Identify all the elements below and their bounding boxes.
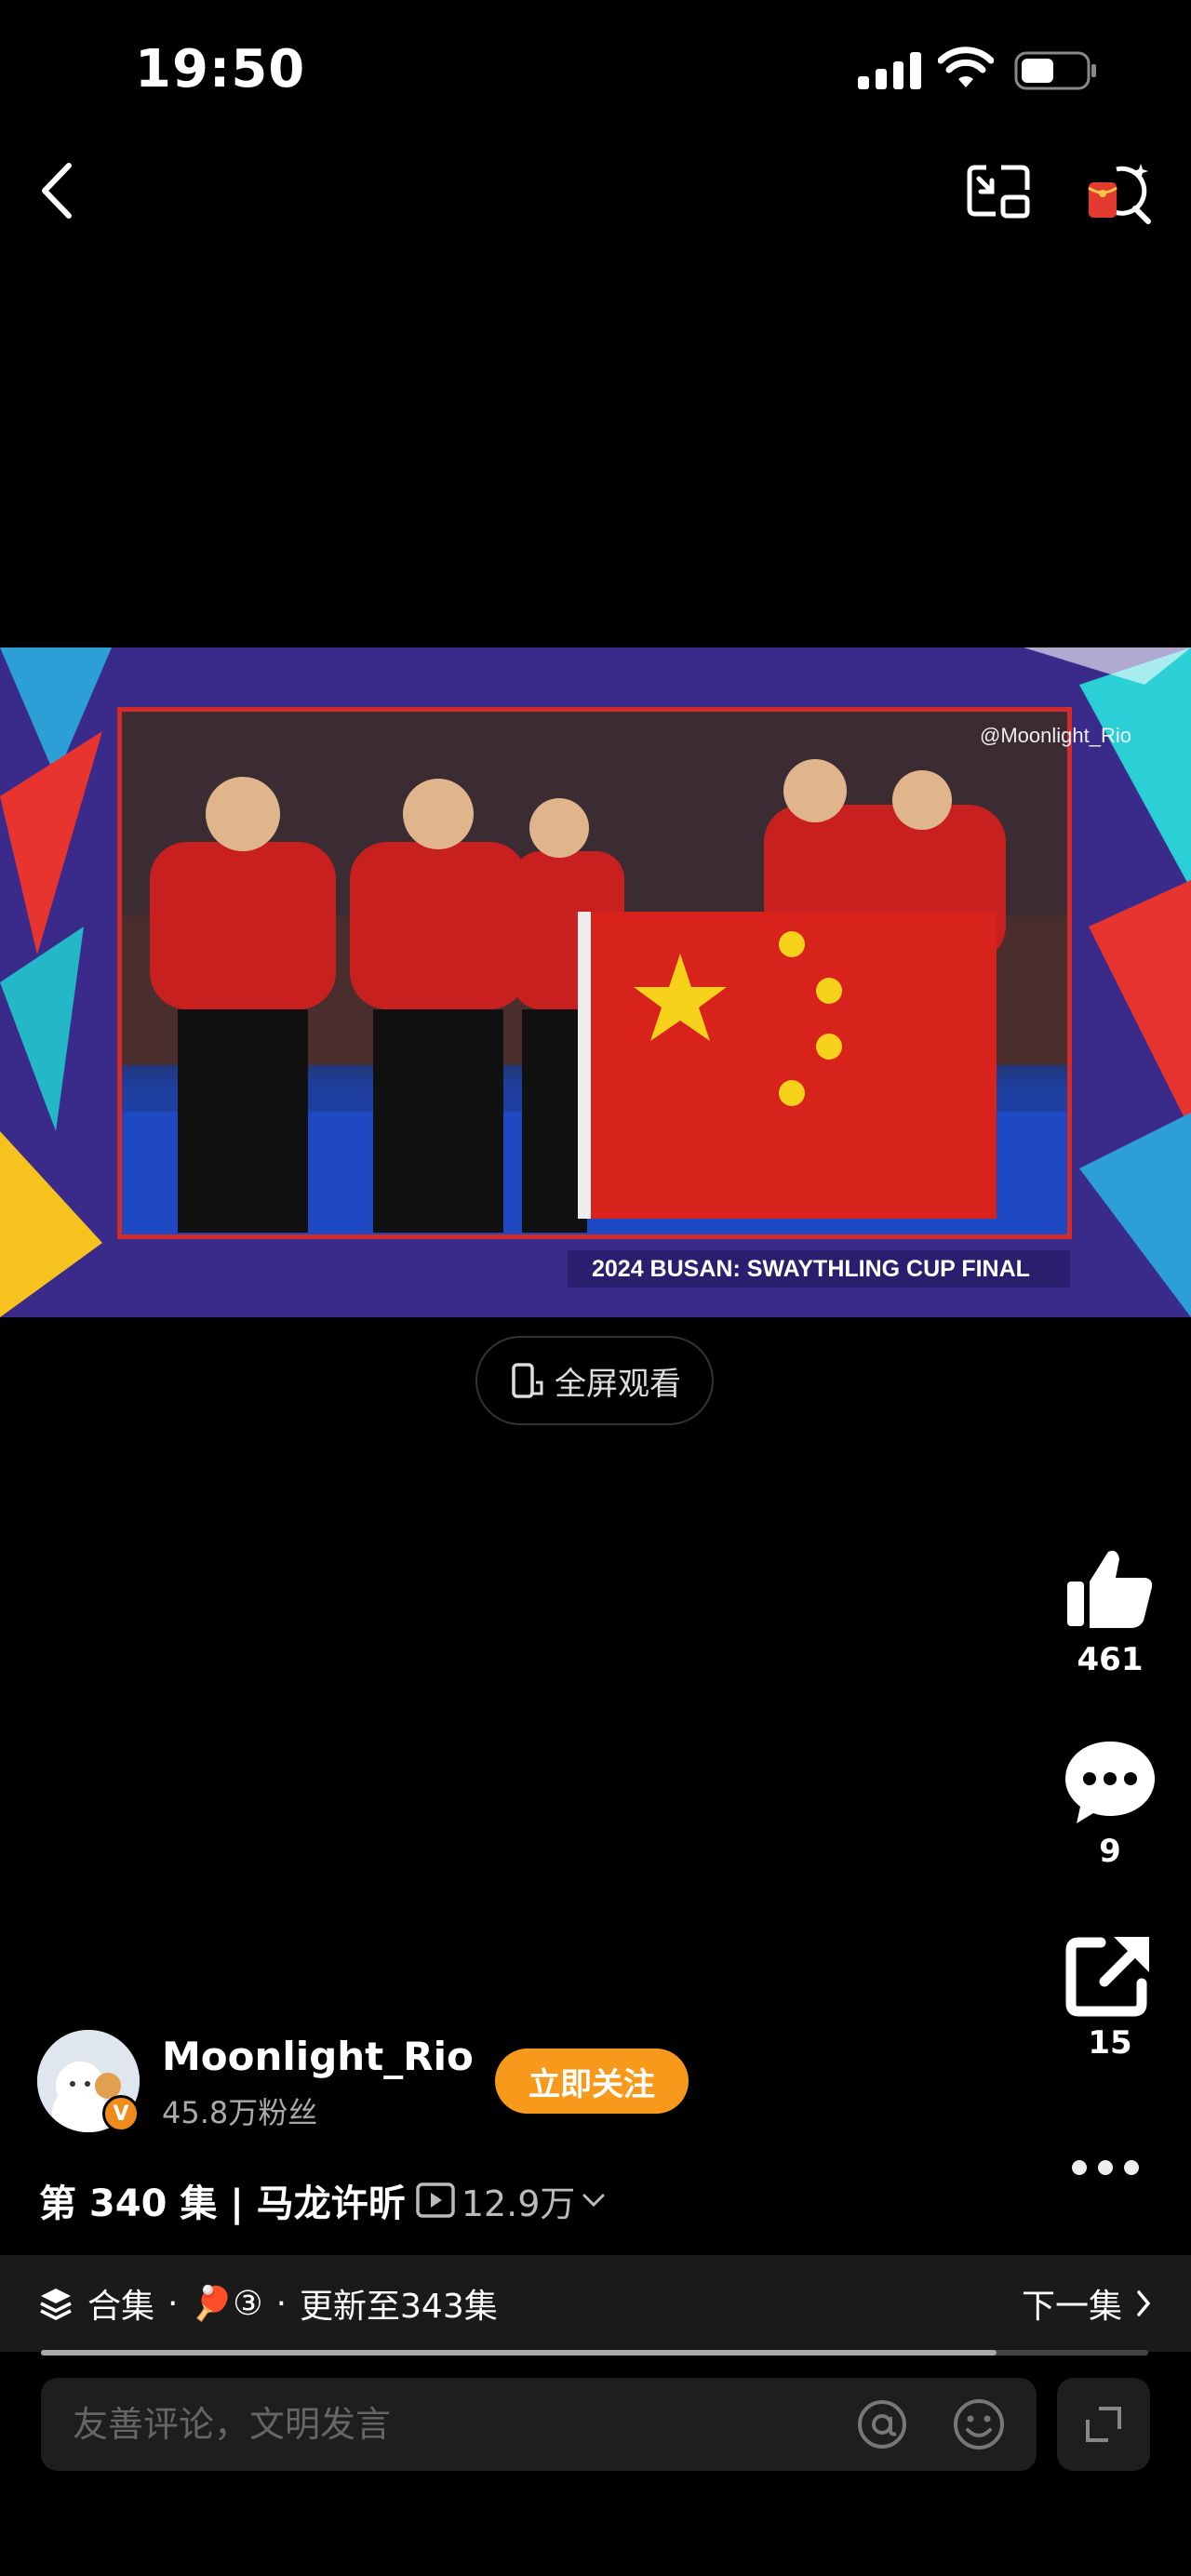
collection-update: 更新至343集	[300, 2288, 498, 2326]
episode-title: 第 340 集 | 马龙许昕	[39, 2182, 406, 2225]
emoji-icon[interactable]	[951, 2396, 1007, 2452]
separator-dot: ·	[167, 2284, 179, 2323]
chevron-right-icon	[1137, 2290, 1151, 2316]
share-count: 15	[1088, 2024, 1132, 2062]
share-button[interactable]: 15	[1050, 1929, 1171, 2062]
picture-in-picture-icon[interactable]	[964, 162, 1033, 220]
more-options-icon[interactable]	[1068, 2149, 1143, 2186]
comment-input-box[interactable]	[41, 2378, 1037, 2471]
next-episode-label: 下一集	[1021, 2288, 1122, 2326]
status-time: 19:50	[135, 39, 306, 100]
collection-label: 合集	[87, 2288, 155, 2326]
view-count[interactable]: 12.9万	[415, 2175, 608, 2226]
expand-icon	[1086, 2407, 1121, 2442]
follow-button[interactable]: 立即关注	[495, 2049, 689, 2114]
like-button[interactable]: 461	[1050, 1544, 1171, 1678]
separator-dot: ·	[275, 2284, 288, 2323]
fullscreen-button[interactable]: 全屏观看	[475, 1336, 714, 1425]
like-count: 461	[1077, 1641, 1144, 1678]
author-fans: 45.8万粉丝	[162, 2095, 318, 2130]
phone-rotate-icon	[512, 1363, 543, 1398]
collection-emoji: 🏓③	[191, 2285, 263, 2323]
next-episode-button[interactable]: 下一集	[1022, 2279, 1154, 2328]
thumbs-up-icon	[1067, 1551, 1153, 1628]
back-icon[interactable]	[35, 158, 82, 223]
red-packet-search-icon[interactable]	[1087, 160, 1154, 225]
mention-icon[interactable]	[854, 2396, 910, 2452]
collection-bar[interactable]: 合集 · 🏓③ · 更新至343集 下一集	[0, 2255, 1191, 2352]
author-name[interactable]: Moonlight_Rio	[162, 2034, 474, 2079]
chevron-down-icon	[582, 2194, 605, 2208]
comment-input[interactable]	[71, 2403, 836, 2446]
comment-bubble-icon	[1065, 1742, 1155, 1823]
verified-badge-icon: V	[102, 2095, 140, 2132]
video-caption: 2024 BUSAN: SWAYTHLING CUP FINAL	[568, 1250, 1070, 1288]
share-icon	[1065, 1937, 1149, 2017]
layers-icon	[40, 2289, 72, 2320]
play-count-icon	[416, 2182, 455, 2218]
video-player[interactable]: @Moonlight_Rio 2024 BUSAN: SWAYTHLING CU…	[0, 647, 1191, 1317]
battery-icon	[1014, 51, 1096, 90]
fullscreen-label: 全屏观看	[555, 1365, 681, 1403]
comment-count: 9	[1099, 1833, 1121, 1870]
video-frame	[117, 707, 1072, 1239]
wifi-icon	[938, 47, 994, 87]
signal-icon	[858, 47, 921, 89]
episode-title-row: 第 340 集 | 马龙许昕 12.9万	[39, 2173, 607, 2227]
video-watermark: @Moonlight_Rio	[980, 724, 1131, 747]
collection-progress-fill	[41, 2350, 997, 2356]
view-count-value: 12.9万	[461, 2182, 576, 2224]
expand-button[interactable]	[1057, 2378, 1150, 2471]
scene-illustration	[122, 712, 1067, 1235]
comment-button[interactable]: 9	[1050, 1736, 1171, 1870]
